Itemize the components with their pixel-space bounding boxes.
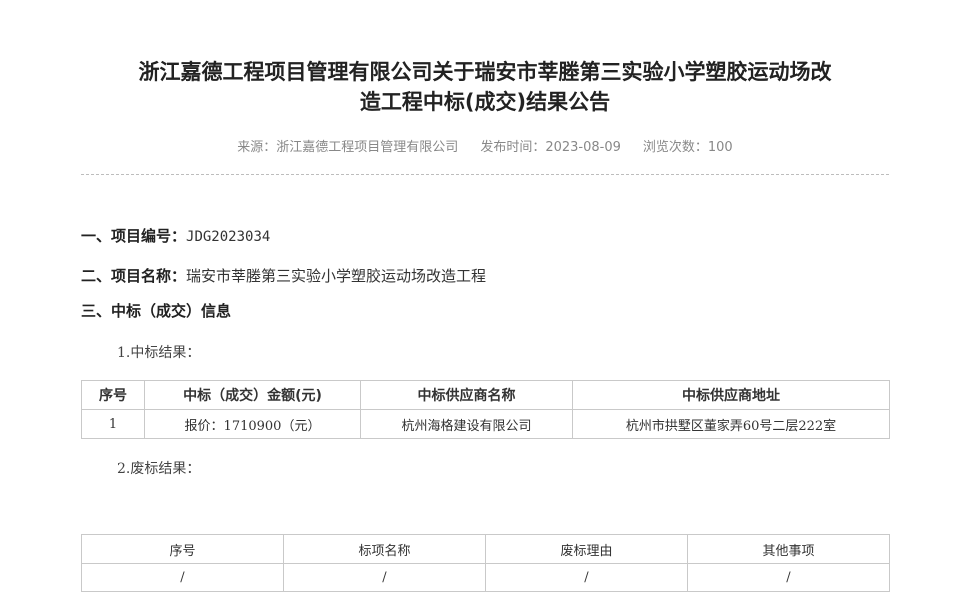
title-divider	[81, 174, 889, 175]
cell-other: /	[687, 563, 890, 592]
project-name-value: 瑞安市莘塍第三实验小学塑胶运动场改造工程	[186, 267, 487, 285]
header-cell-index: 序号	[81, 534, 284, 564]
cell-reason: /	[485, 563, 688, 592]
article-meta: 来源：浙江嘉德工程项目管理有限公司 发布时间：2023-08-09 浏览次数：100	[81, 136, 889, 155]
project-number-label: 一、项目编号：	[81, 227, 187, 245]
source-text: 来源：浙江嘉德工程项目管理有限公司	[237, 140, 459, 155]
cell-index: /	[81, 563, 284, 592]
failed-result-table: 序号 标项名称 废标理由 其他事项 / / / /	[81, 534, 890, 592]
cell-supplier-address: 杭州市拱墅区董家弄60号二层222室	[572, 409, 890, 439]
header-cell-supplier-address: 中标供应商地址	[572, 380, 890, 410]
page-title: 浙江嘉德工程项目管理有限公司关于瑞安市莘塍第三实验小学塑胶运动场改 造工程中标(…	[81, 57, 889, 117]
view-count-text: 浏览次数：100	[642, 140, 733, 155]
table-header-row: 序号 中标（成交）金额(元) 中标供应商名称 中标供应商地址	[81, 380, 890, 410]
table-row: 1 报价：1710900（元） 杭州海格建设有限公司 杭州市拱墅区董家弄60号二…	[81, 409, 890, 439]
cell-index: 1	[81, 409, 145, 439]
failed-result-label: 2.废标结果：	[117, 461, 201, 477]
header-cell-reason: 废标理由	[485, 534, 688, 564]
header-cell-index: 序号	[81, 380, 145, 410]
project-name-row: 二、项目名称：瑞安市莘塍第三实验小学塑胶运动场改造工程	[81, 265, 486, 286]
award-info-heading: 三、中标（成交）信息	[81, 302, 232, 320]
header-cell-supplier-name: 中标供应商名称	[360, 380, 573, 410]
project-number-row: 一、项目编号：JDG2023034	[81, 225, 270, 246]
publish-time-text: 发布时间：2023-08-09	[480, 140, 621, 155]
cell-amount: 报价：1710900（元）	[144, 409, 361, 439]
project-name-label: 二、项目名称：	[81, 267, 187, 285]
cell-supplier-name: 杭州海格建设有限公司	[360, 409, 573, 439]
page-title-line-1: 浙江嘉德工程项目管理有限公司关于瑞安市莘塍第三实验小学塑胶运动场改	[138, 60, 832, 84]
project-number-value: JDG2023034	[186, 229, 271, 245]
table-row: / / / /	[81, 563, 890, 592]
award-result-table: 序号 中标（成交）金额(元) 中标供应商名称 中标供应商地址 1 报价：1710…	[81, 380, 890, 439]
table-header-row: 序号 标项名称 废标理由 其他事项	[81, 534, 890, 564]
header-cell-other: 其他事项	[687, 534, 890, 564]
award-result-label: 1.中标结果：	[117, 345, 201, 361]
cell-item-name: /	[283, 563, 486, 592]
header-cell-amount: 中标（成交）金额(元)	[144, 380, 361, 410]
header-cell-item-name: 标项名称	[283, 534, 486, 564]
page-title-line-2: 造工程中标(成交)结果公告	[359, 90, 611, 114]
